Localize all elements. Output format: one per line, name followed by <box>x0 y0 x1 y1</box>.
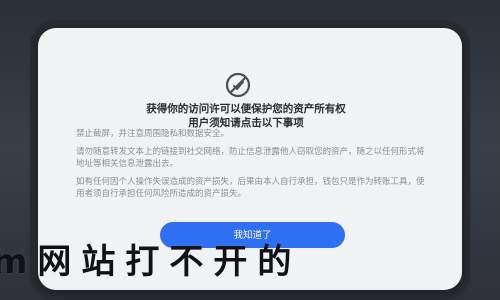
dialog-title-text: 获得你的访问许可以便保护您的资产所有权 用户须知请点击以下事项 <box>146 103 346 129</box>
overlay-caption: m网站打不开的 <box>0 242 302 282</box>
dialog-title: 获得你的访问许可以便保护您的资产所有权 用户须知请点击以下事项 <box>96 102 396 130</box>
dialog-body: 禁止截屏，并注意周围隐私和数据安全。 请勿随意转发文本上的链接到社交网络，防止信… <box>76 128 426 206</box>
dialog-paragraph-2: 请勿随意转发文本上的链接到社交网络，防止信息泄露他人窃取您的资产，随之以任何形式… <box>76 146 425 170</box>
shield-icon <box>225 72 251 98</box>
dialog-paragraph-1: 禁止截屏，并注意周围隐私和数据安全。 <box>76 129 230 139</box>
dialog-paragraph-3: 如有任何因个人操作失误造成的资产损失，后果由本人自行承担，钱包只是作为转账工具，… <box>76 176 425 200</box>
